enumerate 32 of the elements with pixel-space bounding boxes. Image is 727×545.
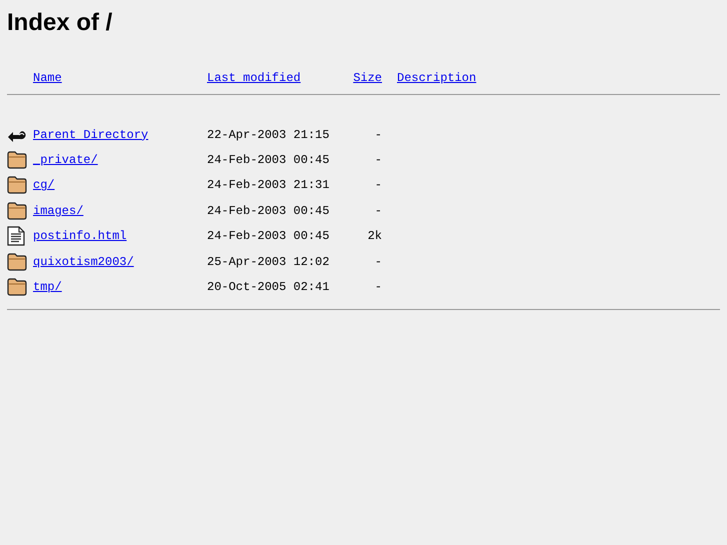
file-link[interactable]: images/ [33, 204, 84, 218]
file-size: - [374, 128, 382, 142]
page-title: Index of / [7, 9, 112, 37]
modified-date: 25-Apr-2003 12:02 [207, 254, 330, 269]
column-link[interactable]: Name [33, 71, 62, 85]
file-link[interactable]: Parent Directory [33, 128, 148, 142]
column-link[interactable]: Description [397, 71, 476, 85]
modified-date: 24-Feb-2003 00:45 [207, 153, 330, 168]
folder-icon [7, 176, 27, 194]
folder-icon [7, 202, 27, 220]
file-size: - [374, 204, 382, 218]
file-link[interactable]: _private/ [33, 153, 98, 168]
modified-date: 24-Feb-2003 00:45 [207, 229, 330, 244]
folder-icon [7, 278, 27, 296]
file-size: - [374, 178, 382, 192]
file-link[interactable]: cg/ [33, 178, 55, 192]
modified-date: 22-Apr-2003 21:15 [207, 128, 330, 142]
column-link[interactable]: Last modified [207, 71, 301, 85]
folder-icon [7, 252, 27, 271]
column-link[interactable]: Size [353, 71, 382, 85]
file-size: 2k [368, 229, 382, 244]
file-size: - [374, 280, 382, 294]
folder-icon [7, 151, 27, 170]
file-link[interactable]: postinfo.html [33, 229, 127, 244]
modified-date: 24-Feb-2003 21:31 [207, 178, 330, 192]
text-file-icon [7, 226, 25, 246]
modified-date: 20-Oct-2005 02:41 [207, 280, 330, 294]
file-link[interactable]: tmp/ [33, 280, 62, 294]
file-link[interactable]: quixotism2003/ [33, 254, 134, 269]
file-size: - [374, 153, 382, 168]
file-size: - [374, 254, 382, 269]
modified-date: 24-Feb-2003 00:45 [207, 204, 330, 218]
